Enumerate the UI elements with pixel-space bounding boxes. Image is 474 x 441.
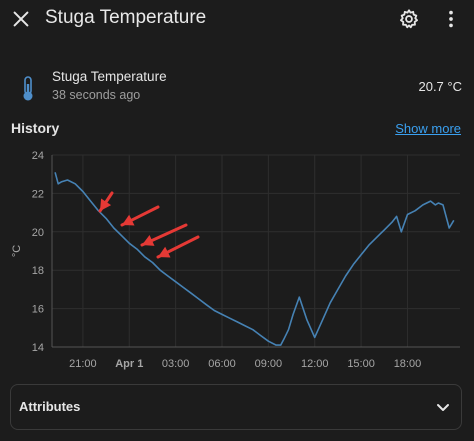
x-tick-label: Apr 1 (115, 358, 143, 370)
y-tick-label: 14 (32, 342, 44, 354)
chevron-down-icon (437, 404, 449, 411)
x-tick-label: 15:00 (347, 358, 375, 370)
y-tick-label: 24 (32, 150, 44, 162)
more-vertical-icon[interactable] (440, 8, 462, 30)
x-tick-label: 06:00 (208, 358, 236, 370)
close-icon[interactable] (10, 8, 32, 30)
history-chart: 24 22 20 18 16 14 21:00 Apr 1 03:00 06:00 09:00 12:… (11, 150, 460, 370)
show-more-link[interactable]: Show more (395, 121, 461, 136)
x-tick-label: 18:00 (394, 358, 422, 370)
dialog-header: Stuga Temperature (0, 0, 474, 40)
thermometer-icon (23, 76, 33, 101)
attributes-expander[interactable]: Attributes (10, 384, 462, 430)
x-tick-label: 21:00 (69, 358, 97, 370)
y-tick-label: 22 (32, 188, 44, 200)
dialog-title: Stuga Temperature (45, 7, 207, 28)
history-title: History (11, 120, 60, 136)
entity-last-changed: 38 seconds ago (52, 88, 141, 102)
y-axis-label: °C (11, 245, 23, 257)
y-tick-label: 16 (32, 304, 44, 316)
entity-name: Stuga Temperature (52, 69, 167, 84)
x-tick-label: 03:00 (162, 358, 190, 370)
y-tick-label: 18 (32, 265, 44, 277)
gear-icon[interactable] (398, 8, 420, 30)
y-tick-label: 20 (32, 227, 44, 239)
entity-state: 20.7 °C (418, 79, 462, 94)
entity-row: Stuga Temperature 38 seconds ago 20.7 °C (0, 62, 474, 106)
x-tick-label: 12:00 (301, 358, 329, 370)
temperature-series-line (54, 172, 455, 346)
x-tick-label: 09:00 (255, 358, 283, 370)
attributes-label: Attributes (19, 399, 81, 414)
